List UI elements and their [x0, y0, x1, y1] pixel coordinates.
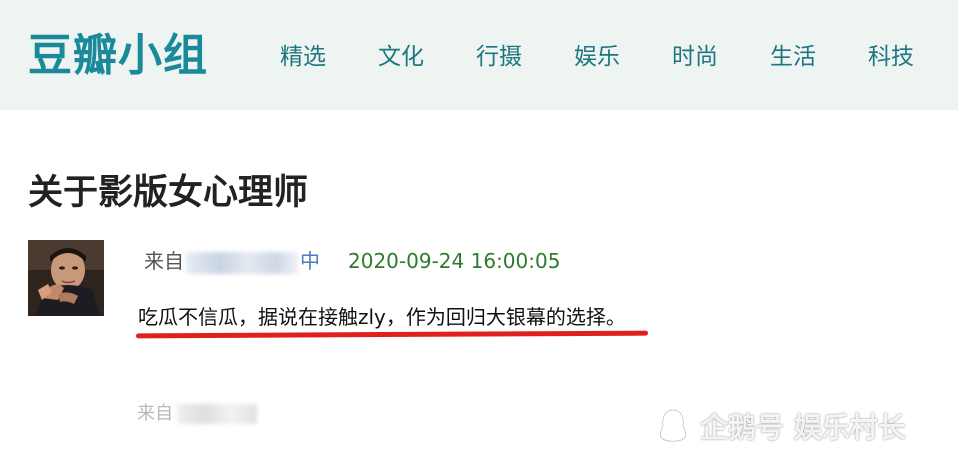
nav-item-life[interactable]: 生活 [744, 40, 842, 74]
site-header: 豆瓣小组 精选 文化 行摄 娱乐 时尚 生活 科技 [0, 0, 958, 110]
next-post-source: 来自 [137, 400, 257, 428]
site-logo[interactable]: 豆瓣小组 [28, 28, 208, 84]
main-nav: 精选 文化 行摄 娱乐 时尚 生活 科技 [254, 40, 940, 74]
watermark: 企鹅号 娱乐村长 [656, 404, 906, 448]
watermark-text: 企鹅号 娱乐村长 [700, 411, 906, 444]
redacted-username-2 [177, 404, 257, 424]
post-source: 来自 中 [144, 246, 320, 276]
avatar-photo [28, 240, 104, 316]
post-body: 吃瓜不信瓜，据说在接触zly，作为回归大银幕的选择。 [138, 305, 626, 329]
from-label: 来自 [144, 249, 184, 273]
nav-item-fashion[interactable]: 时尚 [646, 40, 744, 74]
user-avatar[interactable] [28, 240, 104, 316]
nav-item-featured[interactable]: 精选 [254, 40, 352, 74]
nav-item-culture[interactable]: 文化 [352, 40, 450, 74]
redacted-username [186, 251, 298, 274]
next-from-label: 来自 [137, 403, 173, 424]
nav-item-entertainment[interactable]: 娱乐 [548, 40, 646, 74]
penguin-icon [659, 408, 687, 443]
nav-item-travel[interactable]: 行摄 [450, 40, 548, 74]
post-title: 关于影版女心理师 [28, 173, 309, 213]
group-link-suffix[interactable]: 中 [300, 249, 320, 273]
nav-item-tech[interactable]: 科技 [842, 40, 940, 74]
post-timestamp: 2020-09-24 16:00:05 [348, 249, 561, 273]
